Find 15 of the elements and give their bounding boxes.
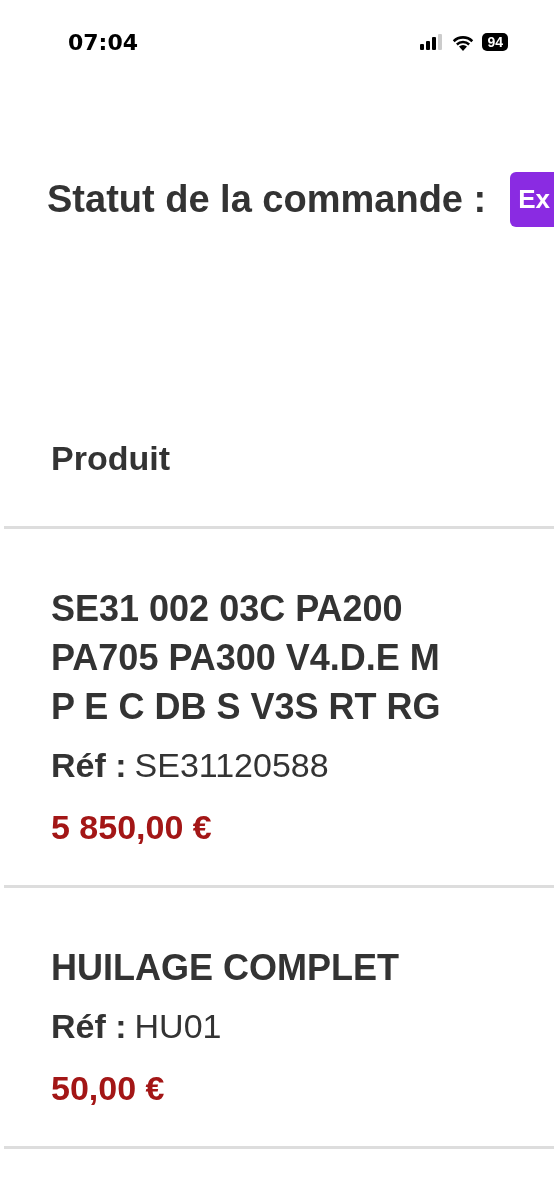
reference-label: Réf : <box>51 746 127 784</box>
product-price: 50,00 € <box>51 1068 166 1108</box>
wifi-icon <box>451 33 476 51</box>
battery-indicator: 94 <box>482 33 508 51</box>
reference-value: SE31120588 <box>134 746 329 784</box>
status-time: 07:04 <box>68 29 139 55</box>
product-name: HUILAGE COMPLET <box>51 946 400 990</box>
column-header: Produit <box>50 439 171 478</box>
order-status-label: Statut de la commande : <box>47 178 487 221</box>
product-price: 5 850,00 € <box>51 807 213 847</box>
product-name: SE31 002 03C PA200 PA705 PA300 V4.D.E M P E C DB S V3S RT RG <box>51 587 442 729</box>
reference-value: HU01 <box>134 1007 222 1045</box>
signal-icon <box>420 34 445 50</box>
status-badge: Ex <box>510 172 554 227</box>
reference-label: Réf : <box>51 1007 127 1045</box>
